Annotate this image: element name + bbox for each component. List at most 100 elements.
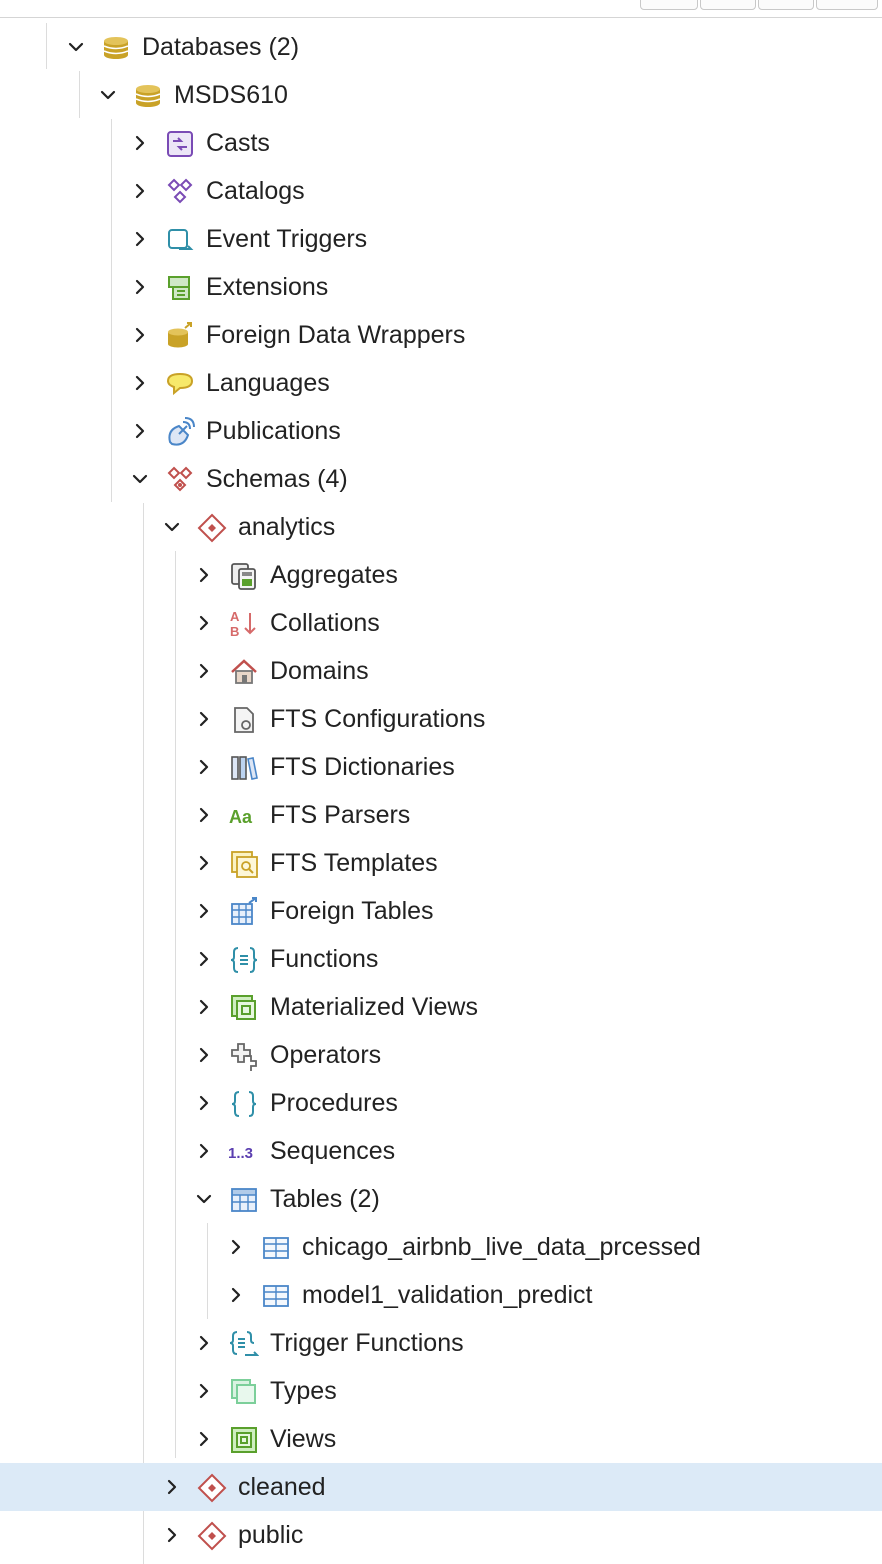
tree-node-fts-dictionaries[interactable]: FTS Dictionaries bbox=[0, 743, 882, 791]
tree-node-label: Catalogs bbox=[206, 177, 305, 205]
chevron-right-icon[interactable] bbox=[195, 1142, 213, 1160]
tree-node-operators[interactable]: Operators bbox=[0, 1031, 882, 1079]
chevron-right-icon[interactable] bbox=[131, 230, 149, 248]
fts-templates-icon bbox=[229, 849, 259, 879]
tree-node-schemas[interactable]: Schemas (4) bbox=[0, 455, 882, 503]
publications-icon bbox=[165, 417, 195, 447]
toolbar-button[interactable] bbox=[758, 0, 814, 10]
operators-icon bbox=[229, 1041, 259, 1071]
chevron-right-icon[interactable] bbox=[131, 374, 149, 392]
chevron-right-icon[interactable] bbox=[195, 614, 213, 632]
tree-node-publications[interactable]: Publications bbox=[0, 407, 882, 455]
tree-node-model1-validation-predict[interactable]: model1_validation_predict bbox=[0, 1271, 882, 1319]
chevron-right-icon[interactable] bbox=[195, 662, 213, 680]
aggregates-icon bbox=[229, 561, 259, 591]
tree-node-label: FTS Parsers bbox=[270, 801, 411, 829]
tree-node-label: cleaned bbox=[238, 1473, 326, 1501]
toolbar-button[interactable] bbox=[816, 0, 878, 10]
materialized-views-icon bbox=[229, 993, 259, 1023]
chevron-right-icon[interactable] bbox=[227, 1238, 245, 1256]
chevron-right-icon[interactable] bbox=[195, 1334, 213, 1352]
chevron-right-icon[interactable] bbox=[195, 758, 213, 776]
chevron-right-icon[interactable] bbox=[195, 1094, 213, 1112]
tree-node-analytics[interactable]: analytics bbox=[0, 503, 882, 551]
event-triggers-icon bbox=[165, 225, 195, 255]
tree-node-msds610[interactable]: MSDS610 bbox=[0, 71, 882, 119]
tree-node-label: Schemas (4) bbox=[206, 465, 348, 493]
chevron-right-icon[interactable] bbox=[131, 182, 149, 200]
tree-node-materialized-views[interactable]: Materialized Views bbox=[0, 983, 882, 1031]
tree-node-event-triggers[interactable]: Event Triggers bbox=[0, 215, 882, 263]
chevron-down-icon[interactable] bbox=[163, 518, 181, 536]
chevron-down-icon[interactable] bbox=[131, 470, 149, 488]
casts-icon bbox=[165, 129, 195, 159]
chevron-right-icon[interactable] bbox=[163, 1478, 181, 1496]
chevron-right-icon[interactable] bbox=[131, 326, 149, 344]
table-icon bbox=[261, 1233, 291, 1263]
fts-parsers-icon: Aa bbox=[229, 801, 259, 831]
chevron-right-icon[interactable] bbox=[195, 998, 213, 1016]
trigger-functions-icon bbox=[229, 1329, 259, 1359]
tree-node-procedures[interactable]: Procedures bbox=[0, 1079, 882, 1127]
chevron-right-icon[interactable] bbox=[131, 134, 149, 152]
tree-node-fts-parsers[interactable]: Aa FTS Parsers bbox=[0, 791, 882, 839]
tree-node-label: Foreign Tables bbox=[270, 897, 434, 925]
tree-node-views[interactable]: Views bbox=[0, 1415, 882, 1463]
chevron-right-icon[interactable] bbox=[131, 278, 149, 296]
chevron-right-icon[interactable] bbox=[195, 806, 213, 824]
chevron-right-icon[interactable] bbox=[195, 902, 213, 920]
tree-node-label: Extensions bbox=[206, 273, 329, 301]
tree-node-label: Foreign Data Wrappers bbox=[206, 321, 466, 349]
toolbar-button[interactable] bbox=[700, 0, 756, 10]
tree-node-label: Aggregates bbox=[270, 561, 398, 589]
chevron-right-icon[interactable] bbox=[195, 1046, 213, 1064]
chevron-right-icon[interactable] bbox=[195, 566, 213, 584]
tree-node-public[interactable]: public bbox=[0, 1511, 882, 1559]
chevron-right-icon[interactable] bbox=[195, 854, 213, 872]
tree-node-catalogs[interactable]: Catalogs bbox=[0, 167, 882, 215]
tree-node-types[interactable]: Types bbox=[0, 1367, 882, 1415]
tree-node-label: FTS Configurations bbox=[270, 705, 486, 733]
chevron-right-icon[interactable] bbox=[163, 1526, 181, 1544]
tree-node-chicago-airbnb-live-data-prcessed[interactable]: chicago_airbnb_live_data_prcessed bbox=[0, 1223, 882, 1271]
fts-configurations-icon bbox=[229, 705, 259, 735]
tree-node-label: Views bbox=[270, 1425, 337, 1453]
tree-node-trigger-functions[interactable]: Trigger Functions bbox=[0, 1319, 882, 1367]
tree-node-aggregates[interactable]: Aggregates bbox=[0, 551, 882, 599]
chevron-right-icon[interactable] bbox=[131, 422, 149, 440]
tree-node-databases[interactable]: Databases (2) bbox=[0, 23, 882, 71]
tree-node-foreign-tables[interactable]: Foreign Tables bbox=[0, 887, 882, 935]
chevron-right-icon[interactable] bbox=[227, 1286, 245, 1304]
tree-node-fts-templates[interactable]: FTS Templates bbox=[0, 839, 882, 887]
tree-node-label: MSDS610 bbox=[174, 81, 288, 109]
tree-node-label: model1_validation_predict bbox=[302, 1281, 593, 1309]
tree-node-functions[interactable]: Functions bbox=[0, 935, 882, 983]
chevron-right-icon[interactable] bbox=[195, 710, 213, 728]
schema-icon bbox=[197, 1473, 227, 1503]
fts-dictionaries-icon bbox=[229, 753, 259, 783]
tree-node-sequences[interactable]: 1..3 Sequences bbox=[0, 1127, 882, 1175]
chevron-right-icon[interactable] bbox=[195, 1430, 213, 1448]
tree-node-cleaned[interactable]: cleaned bbox=[0, 1463, 882, 1511]
tree-node-collations[interactable]: A B Collations bbox=[0, 599, 882, 647]
chevron-down-icon[interactable] bbox=[195, 1190, 213, 1208]
tree-node-label: FTS Dictionaries bbox=[270, 753, 455, 781]
chevron-down-icon[interactable] bbox=[67, 38, 85, 56]
functions-icon bbox=[229, 945, 259, 975]
chevron-right-icon[interactable] bbox=[195, 950, 213, 968]
tree-node-tables[interactable]: Tables (2) bbox=[0, 1175, 882, 1223]
tree-node-label: Tables (2) bbox=[270, 1185, 380, 1213]
tree-node-label: Casts bbox=[206, 129, 270, 157]
tree-node-label: Operators bbox=[270, 1041, 382, 1069]
tree-node-domains[interactable]: Domains bbox=[0, 647, 882, 695]
tree-node-languages[interactable]: Languages bbox=[0, 359, 882, 407]
svg-text:B: B bbox=[230, 624, 239, 639]
tree-node-casts[interactable]: Casts bbox=[0, 119, 882, 167]
chevron-right-icon[interactable] bbox=[195, 1382, 213, 1400]
tree-node-foreign-data-wrappers[interactable]: Foreign Data Wrappers bbox=[0, 311, 882, 359]
schemas-icon bbox=[165, 465, 195, 495]
tree-node-fts-configurations[interactable]: FTS Configurations bbox=[0, 695, 882, 743]
tree-node-extensions[interactable]: Extensions bbox=[0, 263, 882, 311]
toolbar-button[interactable] bbox=[640, 0, 698, 10]
chevron-down-icon[interactable] bbox=[99, 86, 117, 104]
